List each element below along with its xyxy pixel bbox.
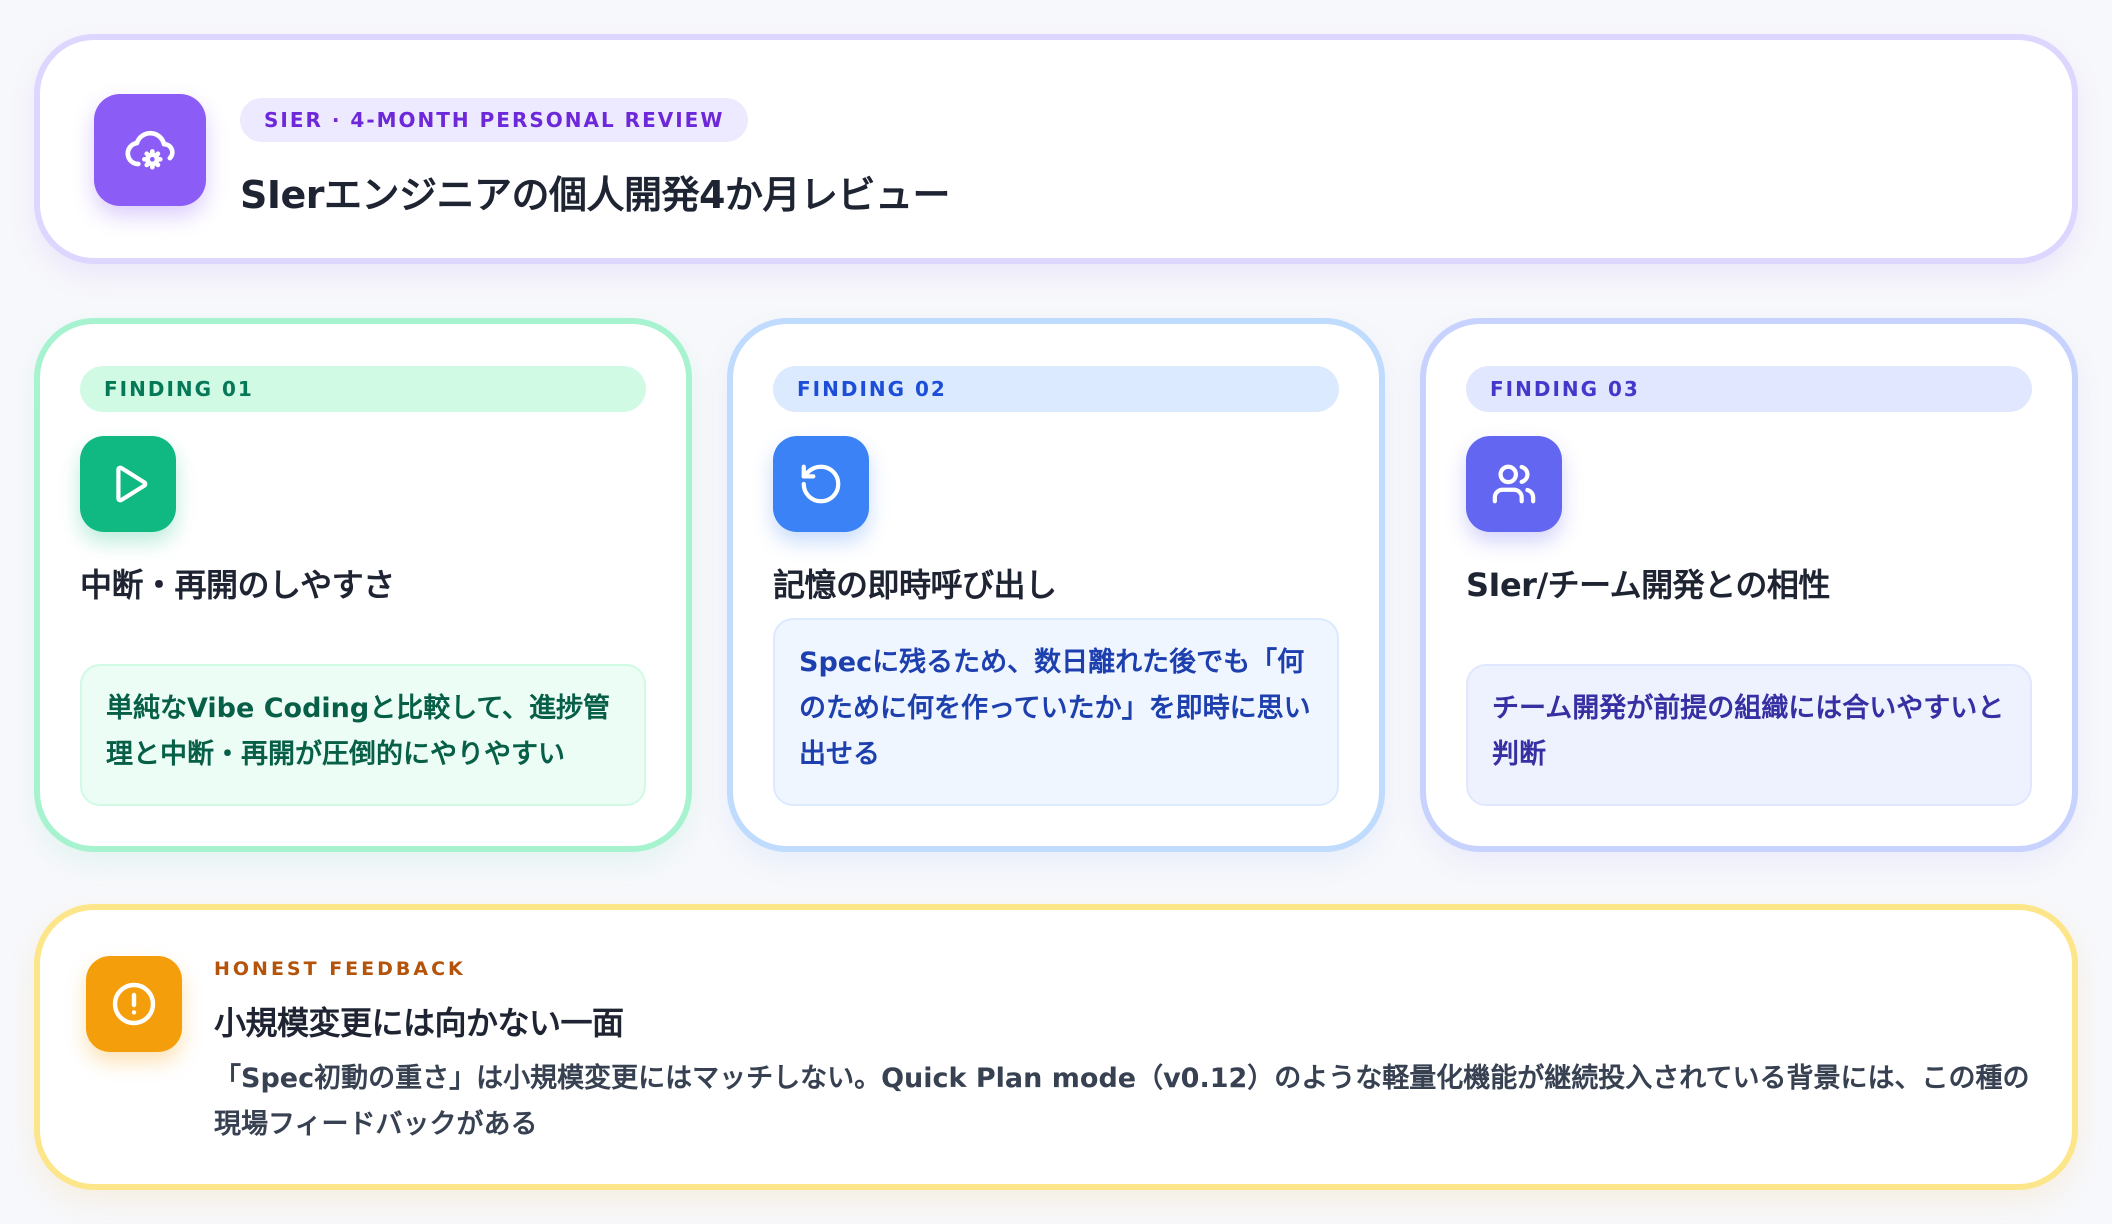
finding-body: 単純なVibe Codingと比較して、進捗管理と中断・再開が圧倒的にやりやすい <box>80 664 646 806</box>
rotate-ccw-icon <box>773 436 869 532</box>
feedback-body: 「Spec初動の重さ」は小規模変更にはマッチしない。Quick Plan mod… <box>214 1063 2030 1140</box>
finding-title: 記憶の即時呼び出し <box>773 566 1057 604</box>
feedback-label: HONEST FEEDBACK <box>214 958 466 980</box>
header-badge: SIER · 4-MONTH PERSONAL REVIEW <box>240 98 749 142</box>
feedback-card: HONEST FEEDBACK 小規模変更には向かない一面 「Spec初動の重さ… <box>34 904 2078 1190</box>
alert-circle-icon <box>86 956 182 1052</box>
finding-title: 中断・再開のしやすさ <box>80 566 395 604</box>
header-card: SIER · 4-MONTH PERSONAL REVIEW SIerエンジニア… <box>34 34 2078 264</box>
finding-body: チーム開発が前提の組織には合いやすいと判断 <box>1466 664 2032 806</box>
finding-badge: FINDING 03 <box>1466 366 2032 412</box>
finding-badge: FINDING 02 <box>773 366 1339 412</box>
finding-card-02: FINDING 02 記憶の即時呼び出し Specに残るため、数日離れた後でも「… <box>727 318 1385 852</box>
feedback-title: 小規模変更には向かない一面 <box>214 1004 624 1042</box>
cloud-gear-icon <box>94 94 206 206</box>
finding-title: SIer/チーム開発との相性 <box>1466 566 1830 604</box>
finding-card-01: FINDING 01 中断・再開のしやすさ 単純なVibe Codingと比較し… <box>34 318 692 852</box>
users-icon <box>1466 436 1562 532</box>
play-icon <box>80 436 176 532</box>
finding-body: Specに残るため、数日離れた後でも「何のために何を作っていたか」を即時に思い出… <box>773 618 1339 806</box>
finding-badge: FINDING 01 <box>80 366 646 412</box>
page-title: SIerエンジニアの個人開発4か月レビュー <box>240 173 950 217</box>
finding-card-03: FINDING 03 SIer/チーム開発との相性 チーム開発が前提の組織には合… <box>1420 318 2078 852</box>
